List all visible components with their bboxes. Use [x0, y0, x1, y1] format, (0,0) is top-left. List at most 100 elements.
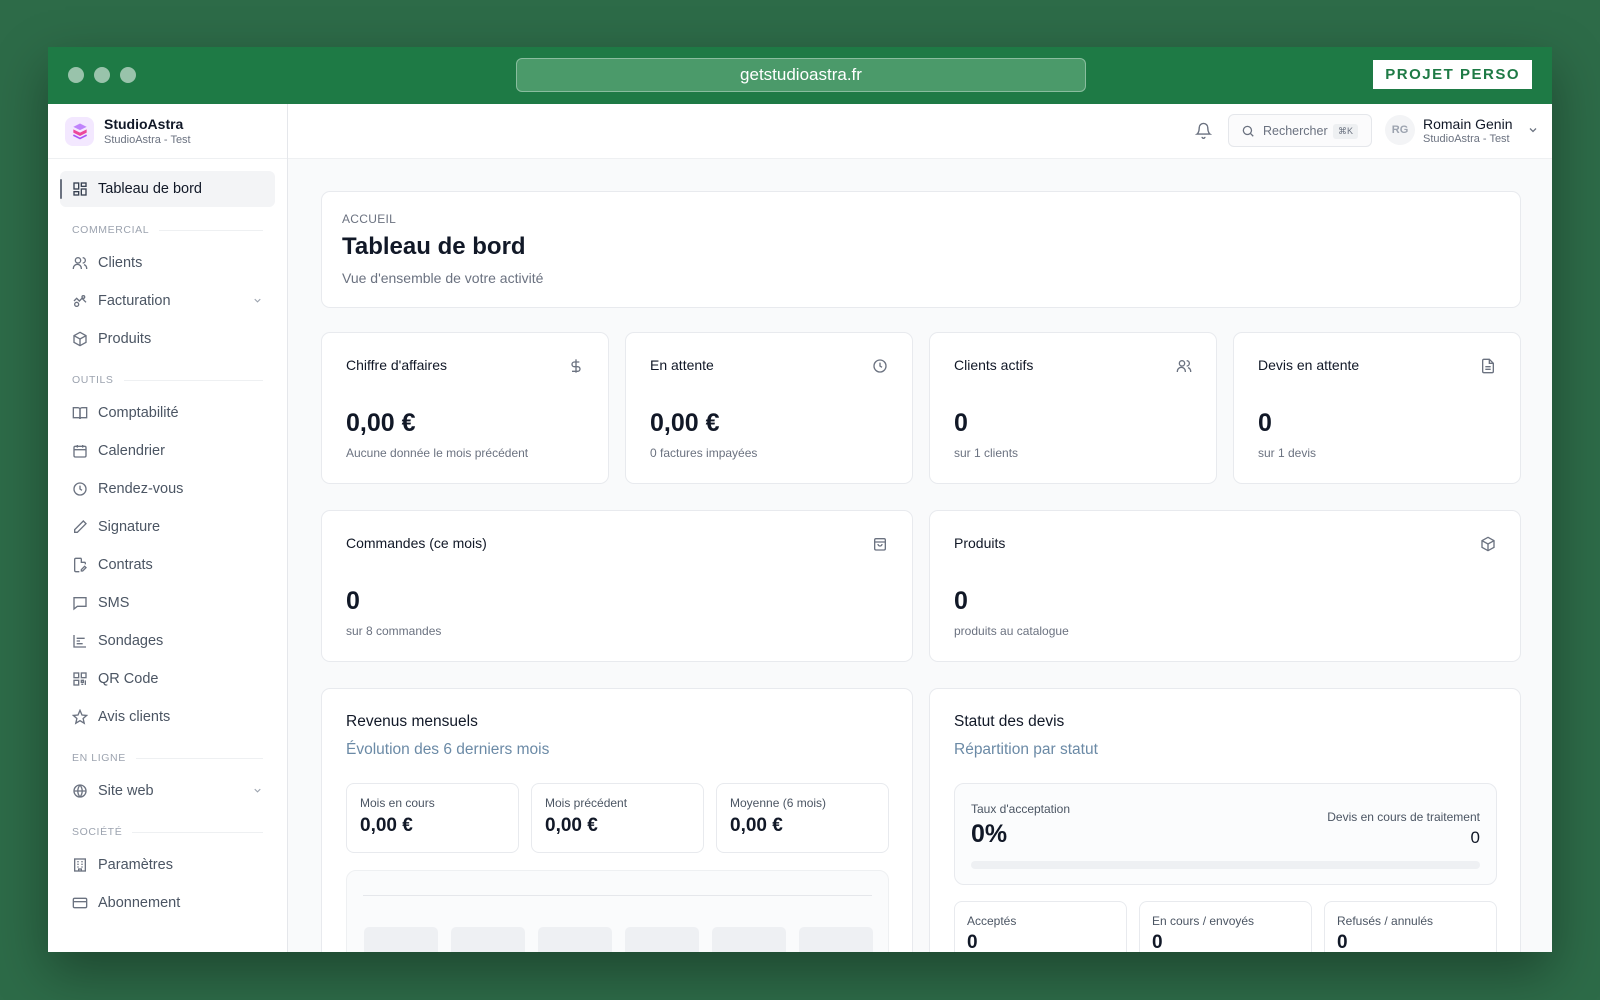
sidebar-item-avis-clients[interactable]: Avis clients — [60, 699, 275, 735]
browser-titlebar: getstudioastra.fr PROJET PERSO — [48, 47, 1552, 104]
kpi-value: 0 — [1258, 409, 1272, 437]
sidebar-item-label: SMS — [98, 595, 130, 611]
topbar: Rechercher ⌘K RG Romain Genin StudioAstr… — [288, 104, 1552, 159]
document-icon — [1482, 358, 1494, 374]
revenue-previous-month: Mois précédent 0,00 € — [531, 783, 704, 853]
user-menu[interactable]: RG Romain Genin StudioAstra - Test — [1385, 115, 1539, 145]
kpi-card-revenue[interactable]: Chiffre d'affaires 0,00 € Aucune donnée … — [321, 332, 609, 484]
page-header-card: ACCUEIL Tableau de bord Vue d'ensemble d… — [321, 191, 1521, 308]
sidebar-item-label: Avis clients — [98, 709, 171, 725]
dollar-icon — [571, 359, 581, 373]
sidebar-item-label: Produits — [98, 331, 152, 347]
sidebar-item-label: Comptabilité — [98, 405, 179, 421]
sidebar-item-calendrier[interactable]: Calendrier — [60, 433, 275, 469]
sidebar-item-contrats[interactable]: Contrats — [60, 547, 275, 583]
sidebar-item-label: Sondages — [98, 633, 164, 649]
sidebar-item-comptabilite[interactable]: Comptabilité — [60, 395, 275, 431]
kpi-card-active-clients[interactable]: Clients actifs 0 sur 1 clients — [929, 332, 1217, 484]
url-bar[interactable]: getstudioastra.fr — [516, 58, 1086, 92]
mini-value: 0,00 € — [545, 815, 598, 836]
mini-value: 0,00 € — [360, 815, 413, 836]
kpi-card-pending-quotes[interactable]: Devis en attente 0 sur 1 devis — [1233, 332, 1521, 484]
monthly-revenue-panel: Revenus mensuels Évolution des 6 dernier… — [321, 688, 913, 952]
sidebar-item-label: Contrats — [98, 557, 153, 573]
user-name: Romain Genin — [1423, 115, 1513, 132]
stat-value: 0 — [1152, 932, 1163, 952]
chevron-down-icon[interactable] — [252, 785, 263, 796]
users-icon — [72, 257, 88, 269]
brand-subtitle: StudioAstra - Test — [104, 134, 191, 146]
kpi-value: 0,00 € — [346, 409, 416, 437]
sidebar-item-label: Clients — [98, 255, 143, 271]
kpi-card-orders[interactable]: Commandes (ce mois) 0 sur 8 commandes — [321, 510, 913, 662]
stat-label: Acceptés — [967, 914, 1017, 928]
brand-name: StudioAstra — [104, 116, 184, 132]
brand-header[interactable]: StudioAstra StudioAstra - Test — [48, 104, 287, 159]
star-icon — [72, 709, 88, 725]
sidebar-item-facturation[interactable]: Facturation — [60, 283, 275, 319]
chevron-down-icon — [1529, 128, 1536, 133]
search-icon — [1242, 125, 1254, 137]
close-window-button[interactable] — [68, 67, 84, 83]
kpi-description: sur 8 commandes — [346, 624, 442, 638]
minimize-window-button[interactable] — [94, 67, 110, 83]
page-subtitle: Vue d'ensemble de votre activité — [342, 270, 544, 286]
kpi-value: 0 — [954, 409, 968, 437]
main-area: Rechercher ⌘K RG Romain Genin StudioAstr… — [288, 104, 1552, 952]
credit-card-icon — [72, 897, 88, 909]
kpi-value: 0,00 € — [650, 409, 720, 437]
kpi-card-products[interactable]: Produits 0 produits au catalogue — [929, 510, 1521, 662]
search-button[interactable]: Rechercher ⌘K — [1228, 114, 1372, 147]
quotes-accepted: Acceptés 0 — [954, 901, 1127, 952]
sidebar-item-signature[interactable]: Signature — [60, 509, 275, 545]
building-icon — [74, 858, 86, 872]
kpi-title: Chiffre d'affaires — [346, 357, 447, 373]
acceptance-rate-box: Taux d'acceptation 0% Devis en cours de … — [954, 783, 1497, 885]
qr-icon — [73, 672, 87, 686]
chart-icon — [73, 635, 86, 648]
kpi-description: Aucune donnée le mois précédent — [346, 446, 529, 460]
sidebar-item-site-web[interactable]: Site web — [60, 773, 275, 809]
billing-icon — [73, 295, 87, 307]
sidebar: StudioAstra StudioAstra - Test Tableau d… — [48, 104, 288, 952]
sidebar-item-clients[interactable]: Clients — [60, 245, 275, 281]
kpi-card-pending[interactable]: En attente 0,00 € 0 factures impayées — [625, 332, 913, 484]
sidebar-item-rendez-vous[interactable]: Rendez-vous — [60, 471, 275, 507]
sidebar-item-label: Facturation — [98, 293, 171, 309]
users-icon — [1176, 360, 1192, 372]
chevron-down-icon[interactable] — [252, 295, 263, 306]
sidebar-item-parametres[interactable]: Paramètres — [60, 847, 275, 883]
sidebar-item-label: QR Code — [98, 671, 159, 687]
mini-label: Mois précédent — [545, 796, 628, 810]
browser-window: getstudioastra.fr PROJET PERSO StudioAst… — [48, 47, 1552, 952]
bell-icon[interactable] — [1195, 122, 1212, 139]
kpi-title: Commandes (ce mois) — [346, 535, 487, 551]
panel-title: Revenus mensuels — [346, 713, 478, 730]
stat-label: Refusés / annulés — [1337, 914, 1434, 928]
maximize-window-button[interactable] — [120, 67, 136, 83]
sidebar-item-label: Abonnement — [98, 895, 181, 911]
sidebar-item-sms[interactable]: SMS — [60, 585, 275, 621]
window-controls — [68, 67, 136, 83]
revenue-average: Moyenne (6 mois) 0,00 € — [716, 783, 889, 853]
dashboard-content: ACCUEIL Tableau de bord Vue d'ensemble d… — [288, 159, 1552, 952]
kpi-description: sur 1 devis — [1258, 446, 1317, 460]
sidebar-item-label: Calendrier — [98, 443, 165, 459]
search-placeholder: Rechercher — [1263, 123, 1328, 138]
clock-icon — [73, 482, 87, 496]
sidebar-item-tableau-de-bord[interactable]: Tableau de bord — [60, 171, 275, 207]
sidebar-item-label: Tableau de bord — [98, 181, 202, 197]
quotes-in-progress: En cours / envoyés 0 — [1139, 901, 1312, 952]
breadcrumb: ACCUEIL — [342, 212, 397, 226]
sidebar-nav: Tableau de bord COMMERCIAL Clients Factu… — [48, 159, 287, 921]
acceptance-value: 0% — [971, 820, 1008, 848]
contract-icon — [74, 557, 87, 573]
sidebar-item-produits[interactable]: Produits — [60, 321, 275, 357]
calendar-icon — [73, 445, 87, 458]
sidebar-item-abonnement[interactable]: Abonnement — [60, 885, 275, 921]
shopping-bag-icon — [874, 538, 886, 551]
kpi-description: produits au catalogue — [954, 624, 1069, 638]
sidebar-item-sondages[interactable]: Sondages — [60, 623, 275, 659]
sidebar-item-qr-code[interactable]: QR Code — [60, 661, 275, 697]
book-icon — [72, 407, 88, 420]
